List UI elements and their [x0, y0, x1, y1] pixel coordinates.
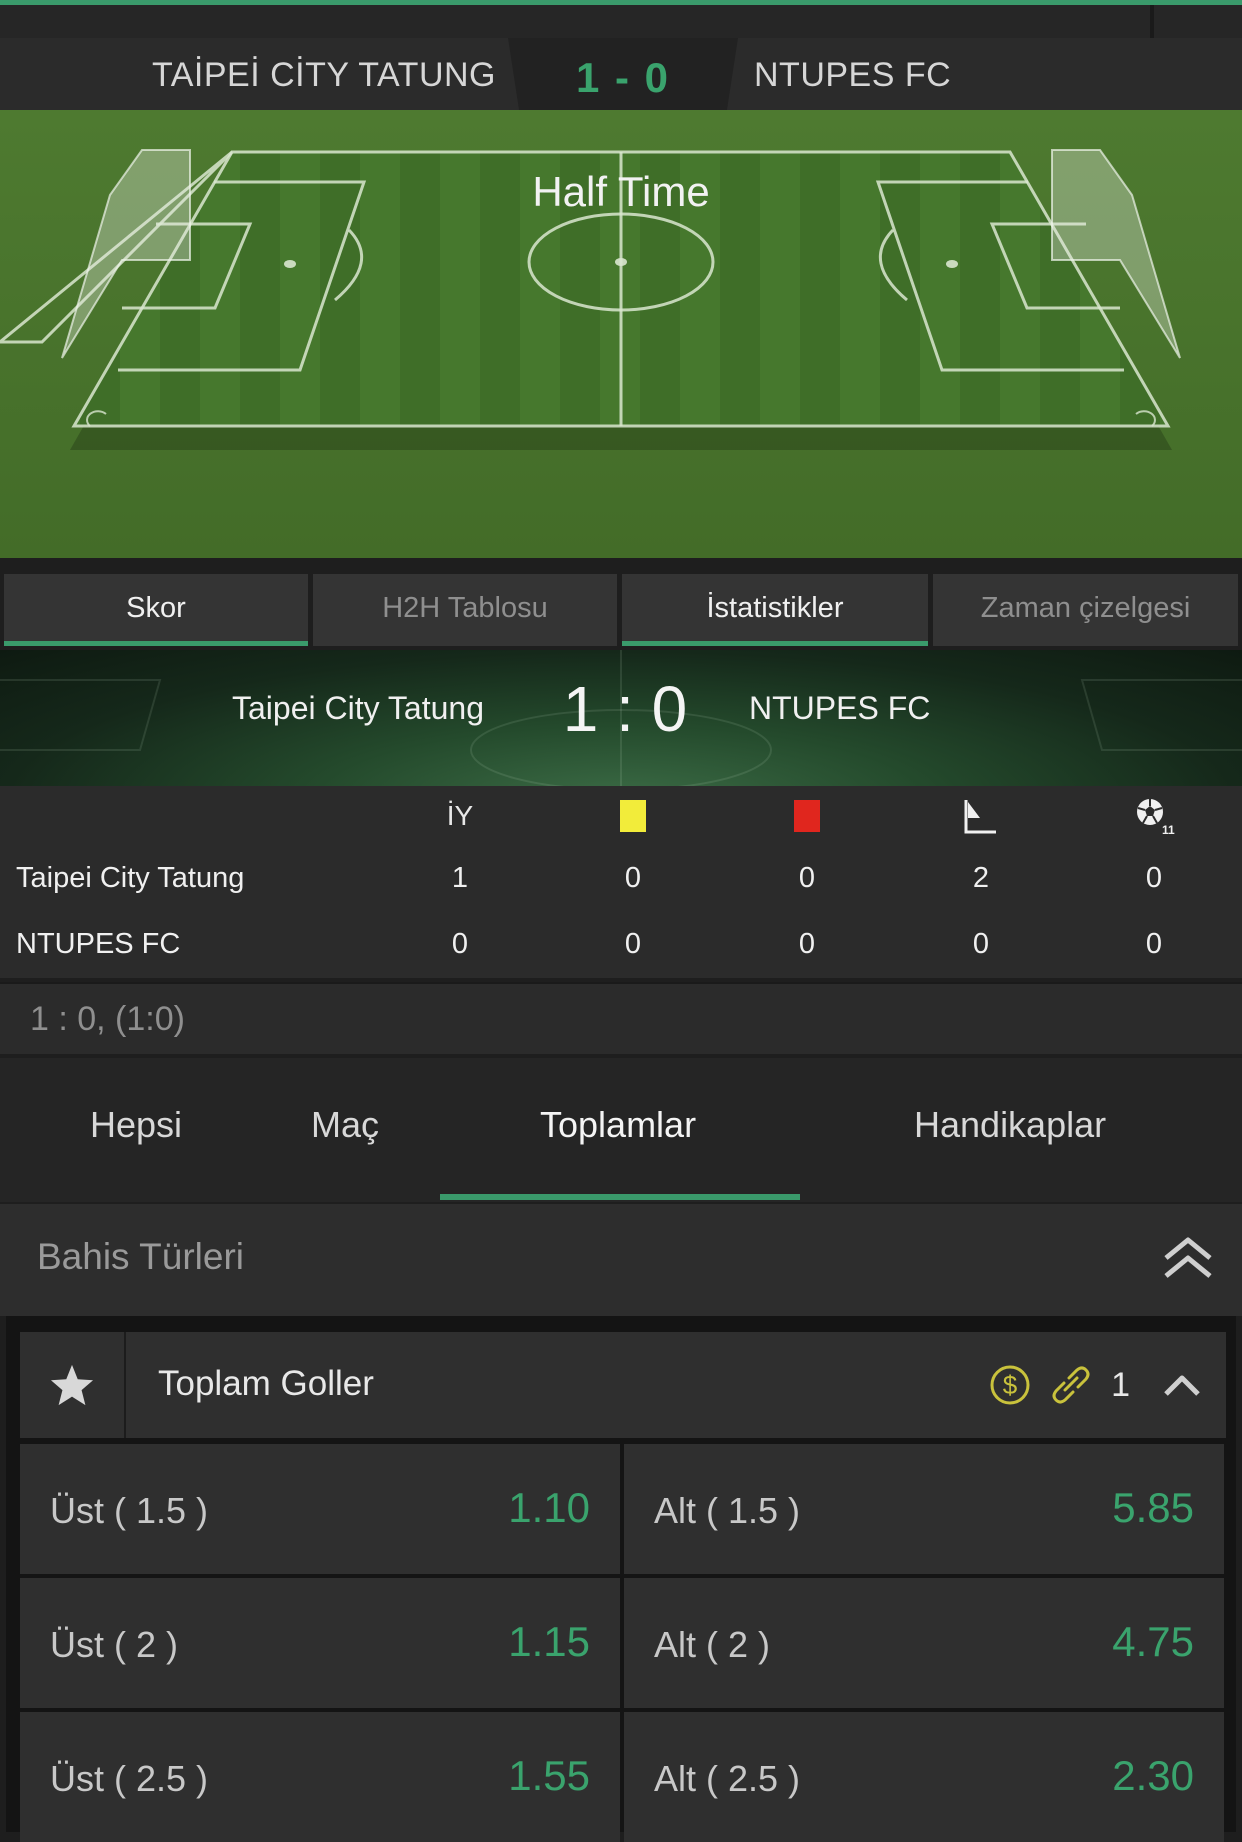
- odds-over-2-5[interactable]: Üst ( 2.5 ) 1.55: [20, 1712, 620, 1842]
- market-title: Toplam Goller: [158, 1364, 374, 1403]
- scoreboard-away-team: NTUPES FC: [749, 690, 931, 726]
- scoreboard-banner: Taipei City Tatung 1 : 0 NTUPES FC: [0, 650, 1242, 786]
- svg-text:$: $: [1003, 1370, 1018, 1400]
- tab-istatistikler[interactable]: İstatistikler: [622, 574, 928, 646]
- odds-label: Üst ( 1.5 ): [50, 1490, 209, 1531]
- star-icon: [50, 1364, 94, 1406]
- away-team-name: NTUPES FC: [754, 56, 952, 94]
- home-corners: 2: [972, 862, 990, 894]
- market-panel: Toplam Goller $ 1 Üst ( 1.5 ) 1.10 Alt (…: [6, 1316, 1236, 1842]
- odds-label: Alt ( 2 ): [654, 1624, 771, 1665]
- odds-label: Alt ( 2.5 ): [654, 1758, 801, 1799]
- top-strip-divider: [1150, 5, 1154, 38]
- stats-row-away-team: NTUPES FC: [16, 928, 181, 960]
- odds-label: Üst ( 2.5 ): [50, 1758, 209, 1799]
- tab-zaman-cizelgesi[interactable]: Zaman çizelgesi: [933, 574, 1238, 646]
- yellow-card-icon: [620, 800, 646, 832]
- home-yellow-cards: 0: [624, 862, 642, 894]
- home-red-cards: 0: [798, 862, 816, 894]
- stats-row-home-team: Taipei City Tatung: [16, 862, 245, 894]
- penalty-sub-label: 11: [1162, 823, 1175, 836]
- odds-under-1-5[interactable]: Alt ( 1.5 ) 5.85: [624, 1444, 1224, 1574]
- match-status: Half Time: [532, 168, 710, 215]
- scoreboard-score: 1 : 0: [562, 673, 688, 745]
- red-card-icon: [794, 800, 820, 832]
- corner-flag-icon: [964, 800, 996, 834]
- odds-label: Alt ( 1.5 ): [654, 1490, 801, 1531]
- odds-value: 1.10: [508, 1484, 590, 1531]
- active-tab-indicator: [440, 1194, 800, 1200]
- odds-value: 2.30: [1112, 1752, 1194, 1799]
- odds-label: Üst ( 2 ): [50, 1624, 179, 1665]
- pitch-visualization: Half Time: [0, 110, 1242, 558]
- odds-value: 1.55: [508, 1752, 590, 1799]
- stats-tabs: Skor H2H Tablosu İstatistikler Zaman çiz…: [0, 570, 1242, 648]
- scoreboard-home-team: Taipei City Tatung: [232, 690, 484, 726]
- odds-under-2-5[interactable]: Alt ( 2.5 ) 2.30: [624, 1712, 1224, 1842]
- half-time-header: İY: [446, 800, 474, 831]
- stats-header-row: İY 11: [0, 786, 1242, 844]
- odds-over-2[interactable]: Üst ( 2 ) 1.15: [20, 1578, 620, 1708]
- tab-hepsi[interactable]: Hepsi: [90, 1104, 182, 1146]
- chevron-up-icon[interactable]: [1162, 1370, 1202, 1400]
- odds-value: 5.85: [1112, 1484, 1194, 1531]
- away-penalties: 0: [1145, 928, 1163, 960]
- away-half-time: 0: [451, 928, 469, 960]
- linked-count: 1: [1111, 1365, 1130, 1404]
- cashout-dollar-icon[interactable]: $: [989, 1364, 1031, 1406]
- market-header: Toplam Goller $ 1: [20, 1332, 1226, 1438]
- tab-mac[interactable]: Maç: [311, 1104, 379, 1146]
- tab-handikaplar[interactable]: Handikaplar: [914, 1104, 1106, 1146]
- odds-value: 1.15: [508, 1618, 590, 1665]
- odds-over-1-5[interactable]: Üst ( 1.5 ) 1.10: [20, 1444, 620, 1574]
- home-penalties: 0: [1145, 862, 1163, 894]
- away-yellow-cards: 0: [624, 928, 642, 960]
- away-corners: 0: [972, 928, 990, 960]
- favorite-button[interactable]: [20, 1332, 126, 1438]
- double-chevron-up-icon[interactable]: [1162, 1236, 1214, 1280]
- link-icon[interactable]: [1049, 1364, 1093, 1406]
- bet-types-label: Bahis Türleri: [37, 1236, 245, 1277]
- market-tabs: Hepsi Maç Toplamlar Handikaplar: [0, 1058, 1242, 1202]
- tab-skor[interactable]: Skor: [4, 574, 308, 646]
- market-actions: $ 1: [989, 1356, 1202, 1414]
- score-summary: 1 : 0, (1:0): [30, 1000, 185, 1038]
- odds-value: 4.75: [1112, 1618, 1194, 1665]
- penalty-ball-icon: 11: [1137, 799, 1175, 836]
- header-score: 1 - 0: [575, 54, 671, 101]
- score-summary-bar: 1 : 0, (1:0): [0, 982, 1242, 1054]
- top-strip: [0, 0, 1242, 38]
- odds-under-2[interactable]: Alt ( 2 ) 4.75: [624, 1578, 1224, 1708]
- tab-toplamlar[interactable]: Toplamlar: [540, 1104, 696, 1146]
- home-half-time: 1: [451, 862, 469, 894]
- home-team-name: TAİPEİ CİTY TATUNG: [152, 56, 497, 94]
- stats-table: İY 11 Taipei City Tatung 1 0 0 2 0 NTUPE…: [0, 786, 1242, 978]
- away-red-cards: 0: [798, 928, 816, 960]
- bet-types-header[interactable]: Bahis Türleri: [0, 1204, 1242, 1316]
- tab-h2h[interactable]: H2H Tablosu: [313, 574, 617, 646]
